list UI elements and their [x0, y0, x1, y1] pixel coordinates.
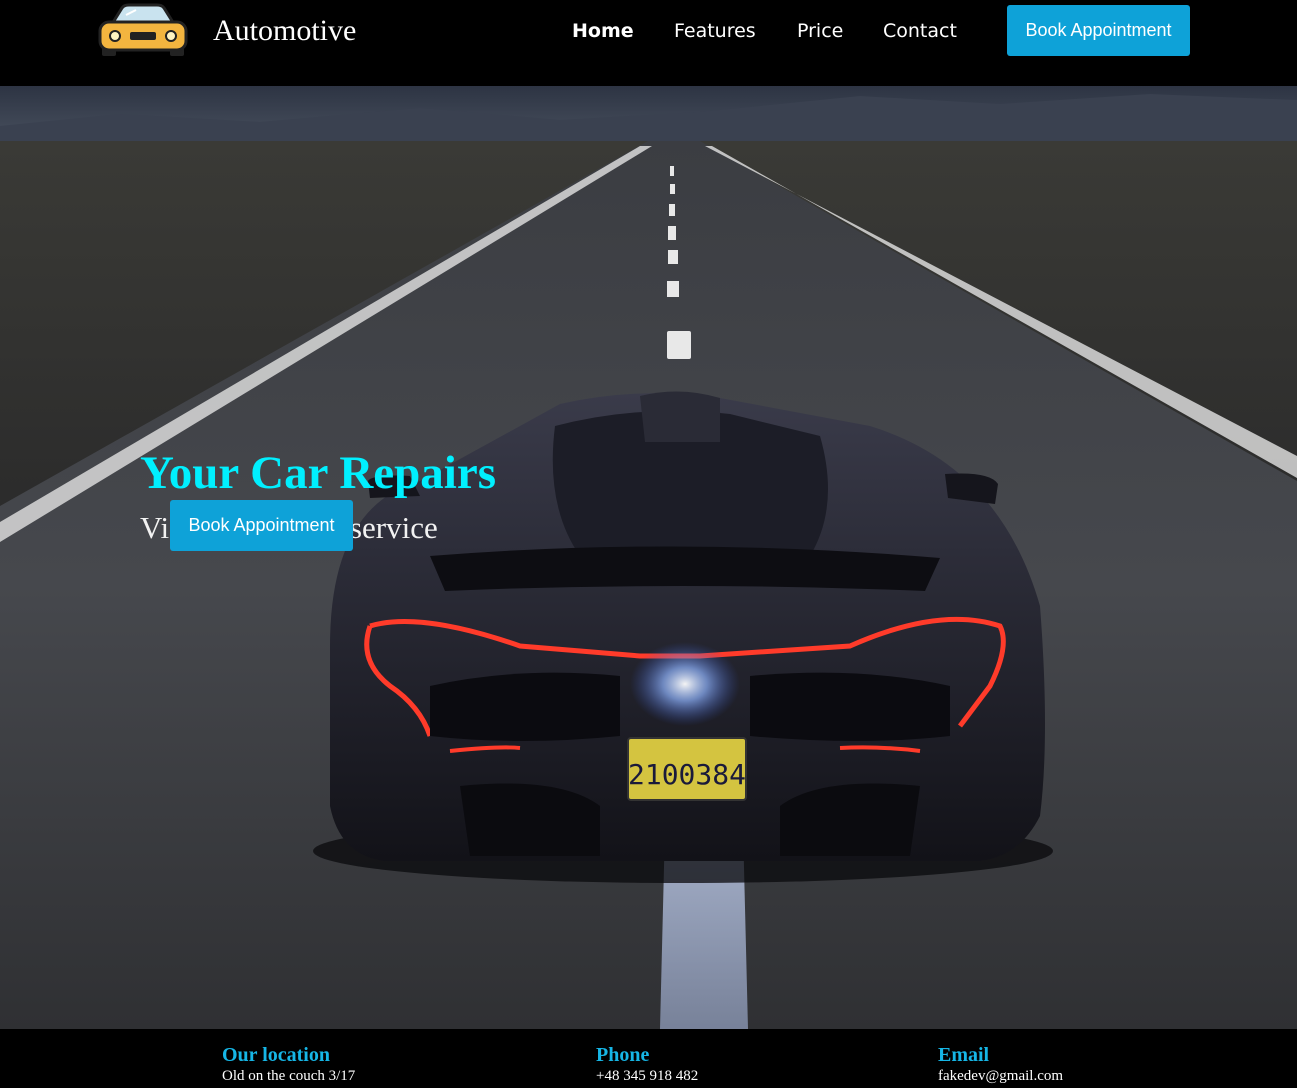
footer-phone-heading: Phone — [596, 1044, 650, 1066]
nav-link-home[interactable]: Home — [572, 18, 634, 44]
car-front-icon[interactable] — [96, 2, 190, 58]
book-appointment-button[interactable]: Book Appointment — [1007, 5, 1190, 56]
footer-location-heading: Our location — [222, 1044, 330, 1066]
sports-car-on-highway-image: 2100384 — [0, 86, 1297, 1029]
footer-phone: Phone +48 345 918 482 — [596, 1043, 698, 1085]
footer-email: Email fakedev@gmail.com — [938, 1043, 1063, 1085]
footer-location: Our location Old on the couch 3/17 — [222, 1043, 355, 1085]
license-plate-text: 2100384 — [628, 758, 746, 791]
footer-phone-value[interactable]: +48 345 918 482 — [596, 1067, 698, 1085]
nav-link-contact[interactable]: Contact — [883, 18, 957, 44]
footer-email-value[interactable]: fakedev@gmail.com — [938, 1067, 1063, 1085]
footer-email-heading: Email — [938, 1044, 990, 1066]
brand-name[interactable]: Automotive — [213, 12, 356, 50]
nav-link-features[interactable]: Features — [674, 18, 756, 44]
hero-title: Your Car Repairs — [140, 447, 496, 499]
hero-section: 2100384 Your Car Repairs Visit us for yo… — [0, 86, 1297, 1029]
nav-link-price[interactable]: Price — [797, 18, 843, 44]
hero-book-appointment-button[interactable]: Book Appointment — [170, 500, 353, 551]
footer: Our location Old on the couch 3/17 Phone… — [0, 1029, 1297, 1088]
navbar: Automotive Home Features Price Contact B… — [0, 0, 1297, 86]
footer-location-value: Old on the couch 3/17 — [222, 1068, 356, 1084]
